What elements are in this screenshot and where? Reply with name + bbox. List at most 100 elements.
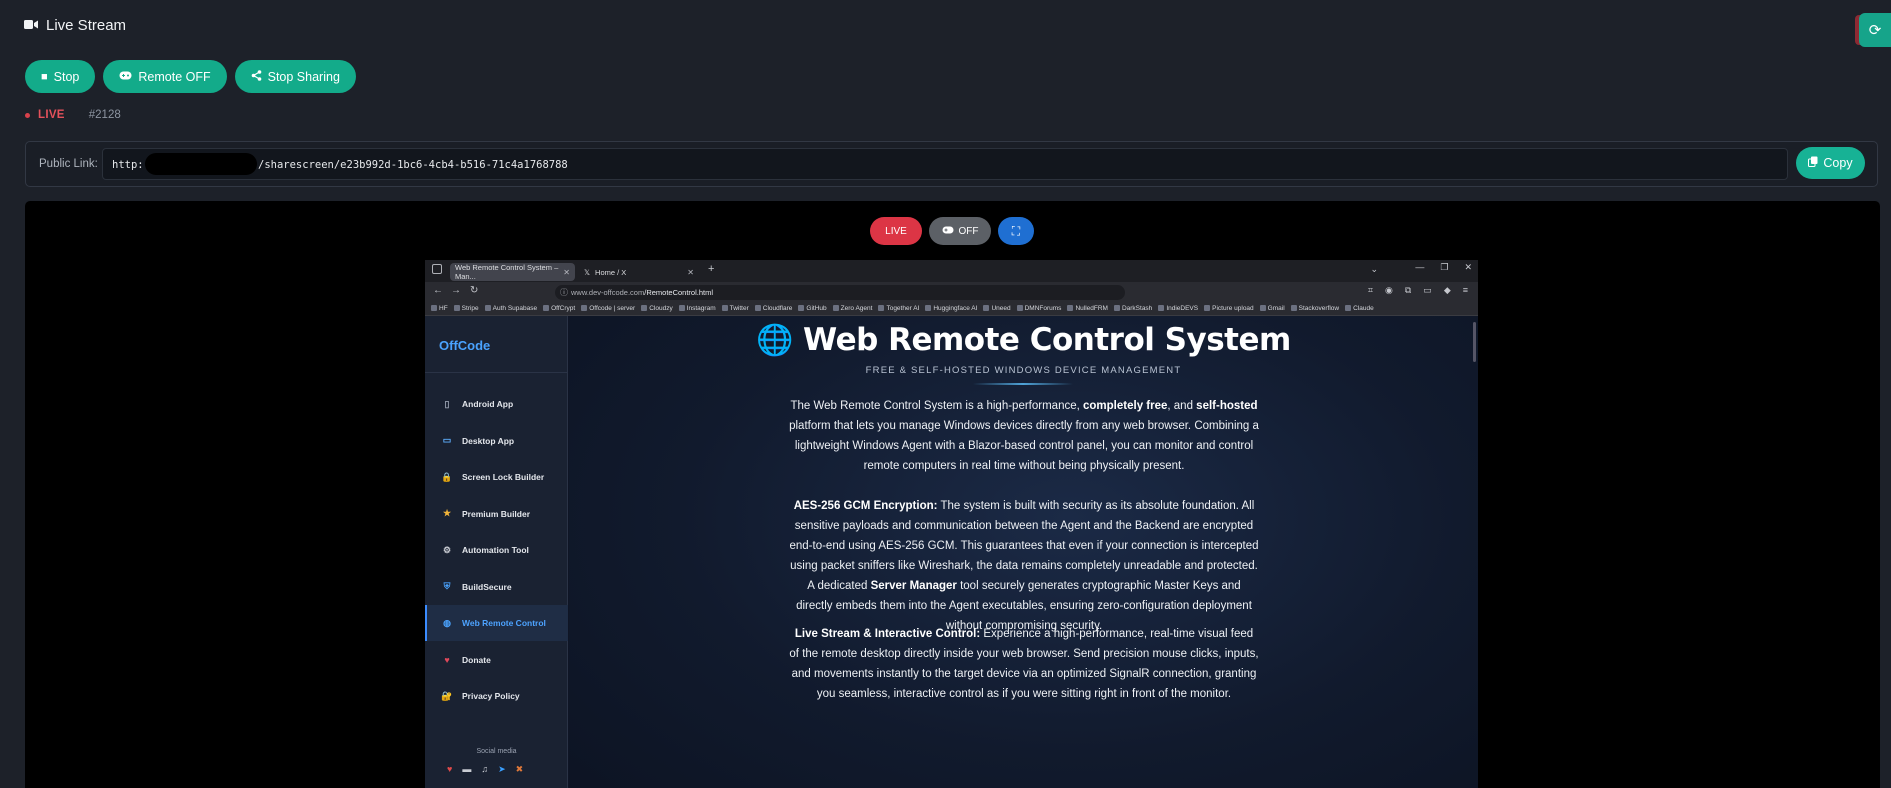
stream-viewport[interactable]: LIVE OFF ⛶ Web Remote Control System – M…: [25, 201, 1880, 788]
stop-icon: ■: [41, 70, 48, 83]
bookmark-item[interactable]: Huggingface AI: [925, 305, 977, 312]
sidebar-item-web-remote-control[interactable]: ◍ Web Remote Control: [425, 605, 568, 641]
bookmark-icon: [925, 305, 932, 312]
music-icon[interactable]: ♫: [481, 764, 488, 775]
bookmark-item[interactable]: OffCrypt: [543, 305, 575, 312]
back-icon[interactable]: ←: [433, 285, 443, 296]
menu-icon[interactable]: ≡: [1463, 285, 1468, 296]
session-number: #2128: [88, 109, 121, 121]
bookmark-icon: [678, 305, 685, 312]
browser-tab-strip: Web Remote Control System – Man... ✕ 𝕏 Ho…: [425, 260, 1478, 282]
remote-browser-window[interactable]: Web Remote Control System – Man... ✕ 𝕏 Ho…: [425, 260, 1478, 788]
social-media-label: Social media: [476, 748, 517, 755]
bookmark-item[interactable]: Uneed: [983, 305, 1011, 312]
bookmark-item[interactable]: Picture upload: [1204, 305, 1254, 312]
close-icon[interactable]: ✕: [1464, 262, 1472, 273]
stop-sharing-button[interactable]: Stop Sharing: [234, 60, 356, 93]
stream-controls: ■ Stop Remote OFF Stop Sharing: [25, 60, 356, 93]
video-camera-icon: [24, 17, 38, 34]
overlay-live-badge: LIVE: [870, 217, 922, 245]
tab-home-x[interactable]: 𝕏 Home / X ✕: [579, 263, 699, 281]
stop-button[interactable]: ■ Stop: [25, 60, 96, 93]
bookmark-item[interactable]: Stackoverflow: [1290, 305, 1339, 312]
intro-paragraph: The Web Remote Control System is a high-…: [789, 400, 1259, 472]
social-icon[interactable]: ▬: [462, 764, 471, 775]
sidebar-item-screen-lock-builder[interactable]: 🔒 Screen Lock Builder: [425, 459, 568, 495]
tab-remote-control[interactable]: Web Remote Control System – Man... ✕: [450, 263, 575, 281]
bookmark-item[interactable]: HF: [431, 305, 448, 312]
bookmark-item[interactable]: Zero Agent: [832, 305, 872, 312]
url-text: www.dev-offcode.com/RemoteControl.html: [571, 288, 714, 297]
notification-icon[interactable]: ◆: [1444, 285, 1451, 296]
account-icon[interactable]: ◉: [1385, 285, 1393, 296]
sidebar-icon[interactable]: ▭: [1423, 285, 1432, 296]
telegram-icon[interactable]: ➤: [498, 764, 506, 775]
extensions-icon[interactable]: ⧉: [1405, 285, 1411, 296]
minimize-icon[interactable]: —: [1415, 262, 1424, 273]
page-header: Live Stream: [24, 17, 126, 34]
sidebar-item-premium-builder[interactable]: ★ Premium Builder: [425, 496, 568, 532]
bookmark-item[interactable]: DMNForums: [1016, 305, 1061, 312]
phone-icon: ▯: [444, 398, 450, 409]
fullscreen-button[interactable]: ⛶: [998, 217, 1034, 245]
redacted-host: [145, 153, 257, 175]
bookmark-item[interactable]: Cloudzy: [641, 305, 673, 312]
sidebar-item-buildsecure[interactable]: ⛨ BuildSecure: [425, 569, 568, 605]
bookmarks-bar: HF Stripe Auth Supabase OffCrypt Offcode | s…: [425, 302, 1478, 316]
bookmark-item[interactable]: Gmail: [1259, 305, 1285, 312]
remote-toggle-button[interactable]: Remote OFF: [103, 60, 227, 93]
bookmark-item[interactable]: IndieDEVS: [1158, 305, 1198, 312]
heart-icon: ♥: [444, 654, 450, 665]
public-link-field[interactable]: http: /sharescreen/e23b992d-1bc6-4cb4-b5…: [102, 148, 1788, 180]
close-icon[interactable]: ✕: [687, 268, 694, 277]
bookmark-item[interactable]: Offcode | server: [581, 305, 635, 312]
bookmark-icon: [1158, 305, 1165, 312]
bookmark-icon: [832, 305, 839, 312]
url-bar[interactable]: ⓘ www.dev-offcode.com/RemoteControl.html: [555, 285, 1125, 300]
bookmark-item[interactable]: Together AI: [878, 305, 919, 312]
bookmark-item[interactable]: Cloudflare: [754, 305, 792, 312]
copy-icon: [1808, 156, 1818, 170]
social-icon[interactable]: ✖: [516, 764, 524, 775]
copy-button[interactable]: Copy: [1796, 147, 1865, 179]
social-icons: ♥ ▬ ♫ ➤ ✖: [447, 764, 523, 775]
lock-doc-icon: 🔐: [441, 690, 453, 701]
public-link-panel: Public Link: http: /sharescreen/e23b992d…: [25, 141, 1878, 187]
refresh-button[interactable]: ⟳: [1859, 13, 1891, 47]
sidebar-item-desktop-app[interactable]: ▭ Desktop App: [425, 423, 568, 459]
screenshot-icon[interactable]: ⌗: [1368, 285, 1373, 296]
sidebar-item-automation-tool[interactable]: ⚙ Automation Tool: [425, 532, 568, 568]
close-icon[interactable]: ✕: [563, 268, 570, 277]
bookmark-icon: [1067, 305, 1074, 312]
site-info-icon[interactable]: ⓘ: [560, 287, 568, 298]
stream-status: LIVE #2128: [25, 109, 121, 121]
bookmark-icon: [721, 305, 728, 312]
bookmark-item[interactable]: DarkStash: [1113, 305, 1152, 312]
new-tab-icon[interactable]: +: [708, 263, 714, 275]
social-icon[interactable]: ♥: [447, 764, 452, 775]
sidebar-item-donate[interactable]: ♥ Donate: [425, 642, 568, 678]
shield-icon: ⛨: [443, 581, 451, 591]
bookmark-item[interactable]: NulledFRM: [1067, 305, 1108, 312]
bookmark-item[interactable]: Claude: [1345, 305, 1374, 312]
bookmark-icon: [1113, 305, 1120, 312]
bookmark-item[interactable]: GitHub: [798, 305, 827, 312]
chevron-down-icon[interactable]: ⌄: [1370, 264, 1378, 275]
sidebar-item-privacy-policy[interactable]: 🔐 Privacy Policy: [425, 678, 568, 714]
link-protocol: http:: [112, 159, 144, 171]
bookmark-item[interactable]: Auth Supabase: [484, 305, 537, 312]
page-title: Live Stream: [46, 17, 127, 34]
bookmark-item[interactable]: Instagram: [678, 305, 716, 312]
bookmark-icon: [1290, 305, 1297, 312]
overlay-remote-toggle[interactable]: OFF: [929, 217, 991, 245]
forward-icon[interactable]: →: [451, 285, 461, 296]
sidebar-item-android-app[interactable]: ▯ Android App: [425, 386, 568, 422]
public-link-label: Public Link:: [39, 158, 98, 170]
maximize-icon[interactable]: ❐: [1440, 262, 1448, 273]
bookmark-item[interactable]: Stripe: [453, 305, 479, 312]
bookmark-item[interactable]: Twitter: [721, 305, 749, 312]
bookmark-icon: [1204, 305, 1211, 312]
tab-sidebar-icon[interactable]: [432, 264, 442, 274]
site-logo[interactable]: OffCode: [439, 338, 490, 353]
reload-icon[interactable]: ↻: [470, 285, 478, 296]
